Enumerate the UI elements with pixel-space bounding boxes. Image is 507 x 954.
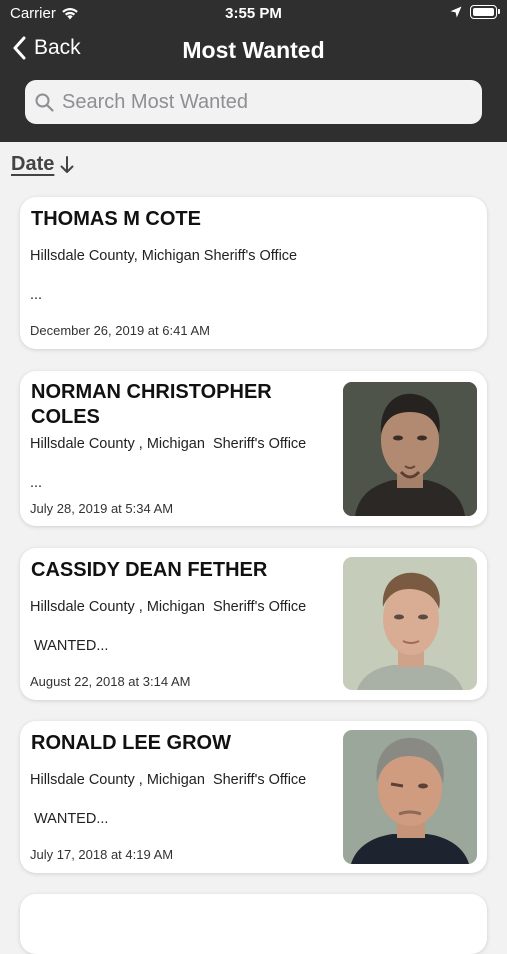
sort-by-date-button[interactable]: Date	[11, 153, 74, 176]
sort-label: Date	[11, 153, 55, 175]
wanted-agency: Hillsdale County , Michigan Sheriff's Of…	[30, 436, 307, 452]
wanted-card-cassidy-dean-fether[interactable]: CASSIDY DEAN FETHER Hillsdale County , M…	[20, 548, 487, 700]
wanted-snippet: WANTED...	[30, 638, 109, 654]
wanted-card-thomas-m-cote[interactable]: THOMAS M COTE Hillsdale County, Michigan…	[20, 197, 487, 349]
status-right	[450, 5, 500, 19]
wanted-snippet: ...	[30, 287, 43, 303]
mugshot-photo	[343, 730, 477, 864]
location-arrow-icon	[450, 6, 462, 18]
search-input[interactable]	[62, 90, 462, 114]
status-time: 3:55 PM	[225, 5, 282, 22]
wanted-agency: Hillsdale County , Michigan Sheriff's Of…	[30, 599, 307, 615]
wanted-card-ronald-lee-grow[interactable]: RONALD LEE GROW Hillsdale County , Michi…	[20, 721, 487, 873]
mugshot-photo	[343, 382, 477, 516]
wanted-date: December 26, 2019 at 6:41 AM	[30, 323, 210, 338]
wanted-agency: Hillsdale County , Michigan Sheriff's Of…	[30, 772, 307, 788]
status-bar: Carrier 3:55 PM	[0, 0, 507, 28]
navigation-header: Carrier 3:55 PM Back Most Wanted	[0, 0, 507, 142]
page-title: Most Wanted	[182, 37, 325, 63]
battery-icon	[470, 5, 500, 19]
wanted-card-partial[interactable]	[20, 894, 487, 954]
wanted-date: August 22, 2018 at 3:14 AM	[30, 674, 191, 689]
wanted-name: RONALD LEE GROW	[31, 732, 231, 754]
wanted-card-norman-christopher-coles[interactable]: NORMAN CHRISTOPHER COLES Hillsdale Count…	[20, 371, 487, 526]
wanted-date: July 28, 2019 at 5:34 AM	[30, 501, 174, 516]
wanted-snippet: ...	[30, 475, 43, 491]
wanted-snippet: WANTED...	[30, 811, 109, 827]
mugshot-photo	[343, 557, 477, 690]
search-bar[interactable]	[25, 80, 482, 124]
wanted-name: NORMAN CHRISTOPHER COLES	[31, 381, 272, 428]
arrow-down-icon	[60, 155, 74, 173]
search-icon	[35, 93, 54, 112]
wanted-agency: Hillsdale County, Michigan Sheriff's Off…	[30, 248, 298, 264]
wanted-name: THOMAS M COTE	[31, 208, 201, 230]
wanted-date: July 17, 2018 at 4:19 AM	[30, 847, 174, 862]
wanted-name: CASSIDY DEAN FETHER	[31, 559, 268, 581]
